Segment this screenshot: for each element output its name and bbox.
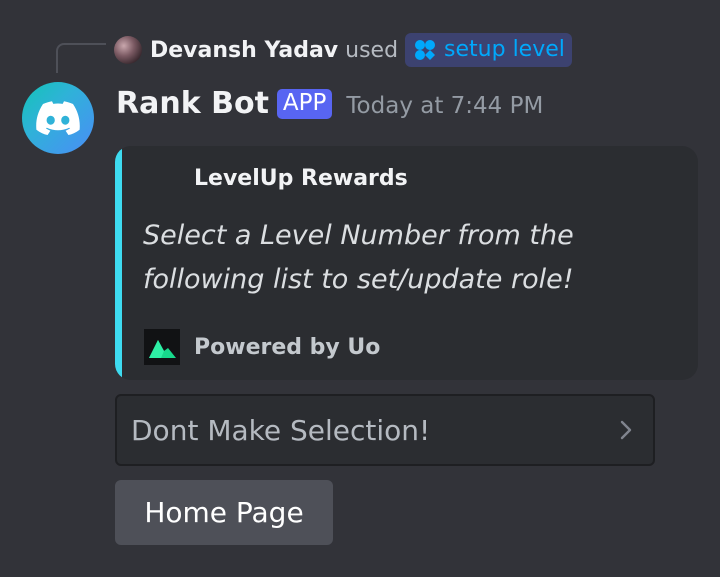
slash-command-mention[interactable]: setup level (405, 33, 572, 67)
discord-logo-icon (36, 101, 80, 135)
message-timestamp: Today at 7:44 PM (346, 92, 544, 119)
embed-footer: Powered by Uo (144, 329, 380, 365)
bot-command-icon (415, 39, 436, 60)
chevron-right-icon (620, 420, 632, 440)
command-name: setup level (444, 37, 565, 62)
message-header: Rank Bot APP Today at 7:44 PM (116, 86, 543, 121)
home-page-button[interactable]: Home Page (115, 480, 333, 545)
embed-description: Select a Level Number from the following… (143, 220, 574, 295)
reply-user-name[interactable]: Devansh Yadav (150, 38, 338, 63)
app-badge: APP (276, 88, 333, 119)
embed-accent-bar (115, 146, 122, 380)
bot-name[interactable]: Rank Bot (116, 86, 269, 121)
select-placeholder: Dont Make Selection! (131, 413, 431, 447)
reply-connector-line (56, 43, 106, 73)
embed-footer-text: Powered by Uo (194, 334, 381, 360)
chat-message-area: Devansh Yadav used setup level Rank Bot … (0, 0, 720, 577)
rich-embed: LevelUp Rewards Select a Level Number fr… (115, 146, 698, 380)
user-avatar[interactable] (114, 36, 142, 64)
reply-used-text: used (345, 37, 399, 63)
bot-avatar[interactable] (22, 82, 94, 154)
embed-author: LevelUp Rewards (194, 166, 408, 191)
uo-logo-icon (144, 329, 180, 365)
interaction-reference[interactable]: Devansh Yadav used setup level (114, 30, 572, 70)
level-select-menu[interactable]: Dont Make Selection! (115, 394, 655, 466)
